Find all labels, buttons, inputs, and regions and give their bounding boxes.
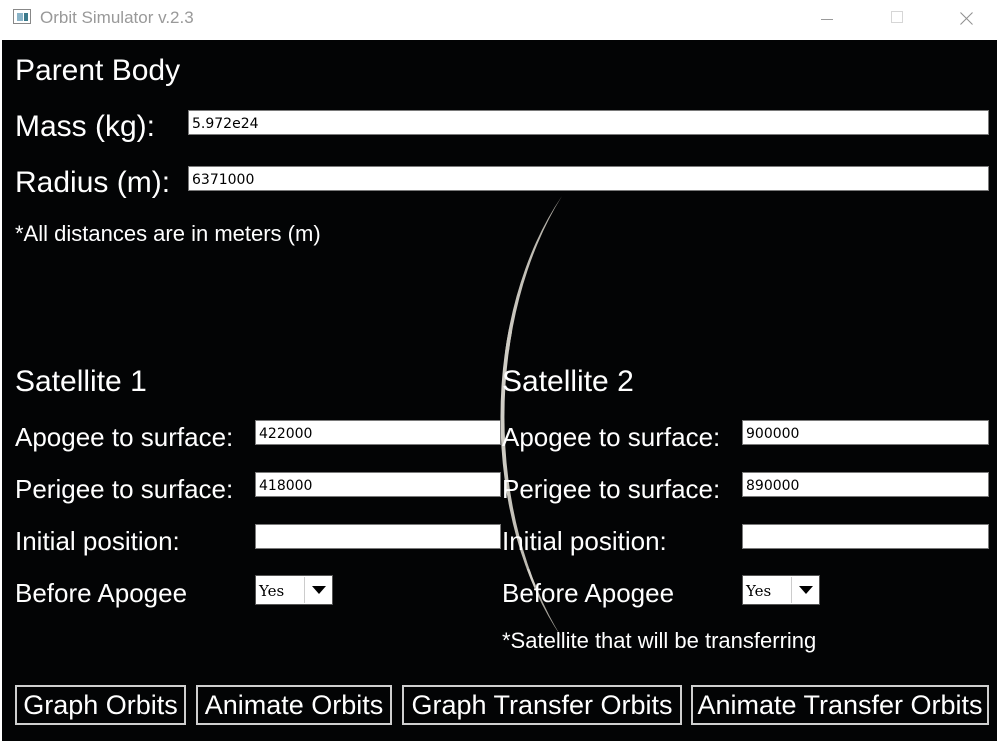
- maximize-icon[interactable]: [873, 0, 919, 38]
- close-icon[interactable]: [944, 0, 990, 38]
- graph-orbits-button[interactable]: Graph Orbits: [15, 685, 186, 725]
- app-icon: [13, 9, 31, 24]
- window-title: Orbit Simulator v.2.3: [40, 8, 194, 27]
- satellite1-apogee-input[interactable]: [255, 420, 501, 445]
- dropdown-button[interactable]: [791, 577, 818, 603]
- satellite2-apogee-input[interactable]: [742, 420, 989, 445]
- satellite2-perigee-input[interactable]: [742, 472, 989, 497]
- parent-body-heading: Parent Body: [15, 54, 181, 87]
- moon-background-image: [2, 40, 997, 741]
- satellite1-before-apogee-value: Yes: [259, 582, 285, 600]
- app-window: Orbit Simulator v.2.3 Parent Body Mass (…: [0, 0, 999, 741]
- satellite2-position-input[interactable]: [742, 524, 989, 549]
- graph-transfer-orbits-button[interactable]: Graph Transfer Orbits: [402, 685, 682, 725]
- satellite2-before-apogee-select[interactable]: Yes: [742, 575, 820, 605]
- satellite2-apogee-label: Apogee to surface:: [502, 422, 721, 452]
- satellite1-heading: Satellite 1: [15, 365, 147, 398]
- animate-transfer-orbits-button[interactable]: Animate Transfer Orbits: [691, 685, 989, 725]
- title-bar[interactable]: Orbit Simulator v.2.3: [0, 0, 999, 38]
- satellite1-before-apogee-label: Before Apogee: [15, 578, 188, 608]
- satellite1-perigee-input[interactable]: [255, 472, 501, 497]
- satellite1-apogee-label: Apogee to surface:: [15, 422, 234, 452]
- satellite2-perigee-label: Perigee to surface:: [502, 474, 721, 504]
- distance-units-note: *All distances are in meters (m): [15, 221, 321, 246]
- satellite2-position-label: Initial position:: [502, 526, 667, 556]
- satellite1-position-input[interactable]: [255, 524, 501, 549]
- chevron-down-icon: [312, 586, 326, 594]
- mass-input[interactable]: [188, 110, 989, 135]
- dropdown-button[interactable]: [304, 577, 331, 603]
- satellite1-perigee-label: Perigee to surface:: [15, 474, 234, 504]
- satellite2-before-apogee-value: Yes: [746, 582, 772, 600]
- satellite2-before-apogee-label: Before Apogee: [502, 578, 675, 608]
- transfer-satellite-note: *Satellite that will be transferring: [502, 628, 817, 653]
- satellite1-before-apogee-select[interactable]: Yes: [255, 575, 333, 605]
- minimize-icon[interactable]: [804, 0, 850, 38]
- satellite2-heading: Satellite 2: [502, 365, 634, 398]
- satellite1-position-label: Initial position:: [15, 526, 180, 556]
- radius-input[interactable]: [188, 166, 989, 191]
- mass-label: Mass (kg):: [15, 110, 156, 143]
- animate-orbits-button[interactable]: Animate Orbits: [196, 685, 392, 725]
- chevron-down-icon: [799, 586, 813, 594]
- main-panel: Parent Body Mass (kg): Radius (m): *All …: [2, 40, 997, 741]
- radius-label: Radius (m):: [15, 166, 171, 199]
